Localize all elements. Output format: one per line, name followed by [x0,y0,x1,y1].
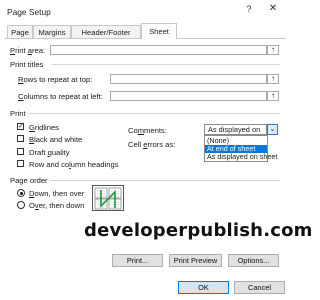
page-order-section-title: Page order [10,176,48,185]
print-section-divider [28,113,280,114]
page-order-illustration [94,187,122,210]
arrow-up-icon: ↑ [271,45,275,54]
print-area-collapse-button[interactable]: ↑ [267,45,279,55]
row-column-headings-label: Row and column headings [29,160,119,169]
watermark-text: developerpublish.com [84,220,313,241]
print-area-input[interactable] [50,45,267,55]
draft-quality-label: Draft quality [29,148,70,157]
tab-header-footer[interactable]: Header/Footer [71,25,141,39]
page-order-divider [50,180,280,181]
down-then-over-label: Down, then over [29,189,85,198]
comments-label: Comments: [128,126,167,135]
print-titles-section-title: Print titles [10,60,44,69]
ok-button[interactable]: OK [178,281,229,294]
tab-sheet[interactable]: Sheet [141,23,177,39]
over-then-down-radio[interactable] [17,201,25,209]
tab-page[interactable]: Page [7,25,33,39]
print-area-label: Print area: [10,46,46,55]
rows-to-repeat-input[interactable] [110,74,267,84]
columns-to-repeat-label: Columns to repeat at left: [18,92,103,101]
rows-collapse-button[interactable]: ↑ [267,74,279,84]
black-and-white-label: Black and white [29,135,83,144]
down-then-over-radio[interactable] [17,189,25,197]
columns-to-repeat-input[interactable] [110,91,267,101]
print-section-title: Print [10,109,26,118]
black-and-white-checkbox[interactable] [17,135,24,142]
print-preview-button[interactable]: Print Preview [169,254,222,267]
options-button[interactable]: Options... [228,254,279,267]
gridlines-label: Gridlines [29,123,59,132]
help-button[interactable]: ? [242,3,256,15]
print-titles-divider [52,64,280,65]
gridlines-checkbox[interactable]: ✓ [17,123,24,130]
cell-errors-label: Cell errors as: [128,140,176,149]
arrow-up-icon: ↑ [271,91,275,100]
draft-quality-checkbox[interactable] [17,148,24,155]
columns-collapse-button[interactable]: ↑ [267,91,279,101]
comments-dropdown-list: (None) At end of sheet As displayed on s… [204,135,277,162]
dialog-title: Page Setup [7,7,51,17]
comments-option-as-displayed[interactable]: As displayed on sheet [205,153,277,161]
rows-to-repeat-label: Rows to repeat at top: [18,75,93,84]
row-column-headings-checkbox[interactable] [17,160,24,167]
arrow-up-icon: ↑ [271,74,275,83]
page-order-preview [92,185,124,211]
close-button[interactable]: ✕ [266,3,280,15]
print-button[interactable]: Print... [112,254,163,267]
comments-dropdown-button[interactable]: ⌄ [267,124,278,135]
comments-select[interactable]: As displayed on sheet [204,124,267,143]
cancel-button[interactable]: Cancel [234,281,285,294]
chevron-down-icon: ⌄ [269,126,276,133]
tab-margins[interactable]: Margins [33,25,71,39]
over-then-down-label: Over, then down [29,201,85,210]
